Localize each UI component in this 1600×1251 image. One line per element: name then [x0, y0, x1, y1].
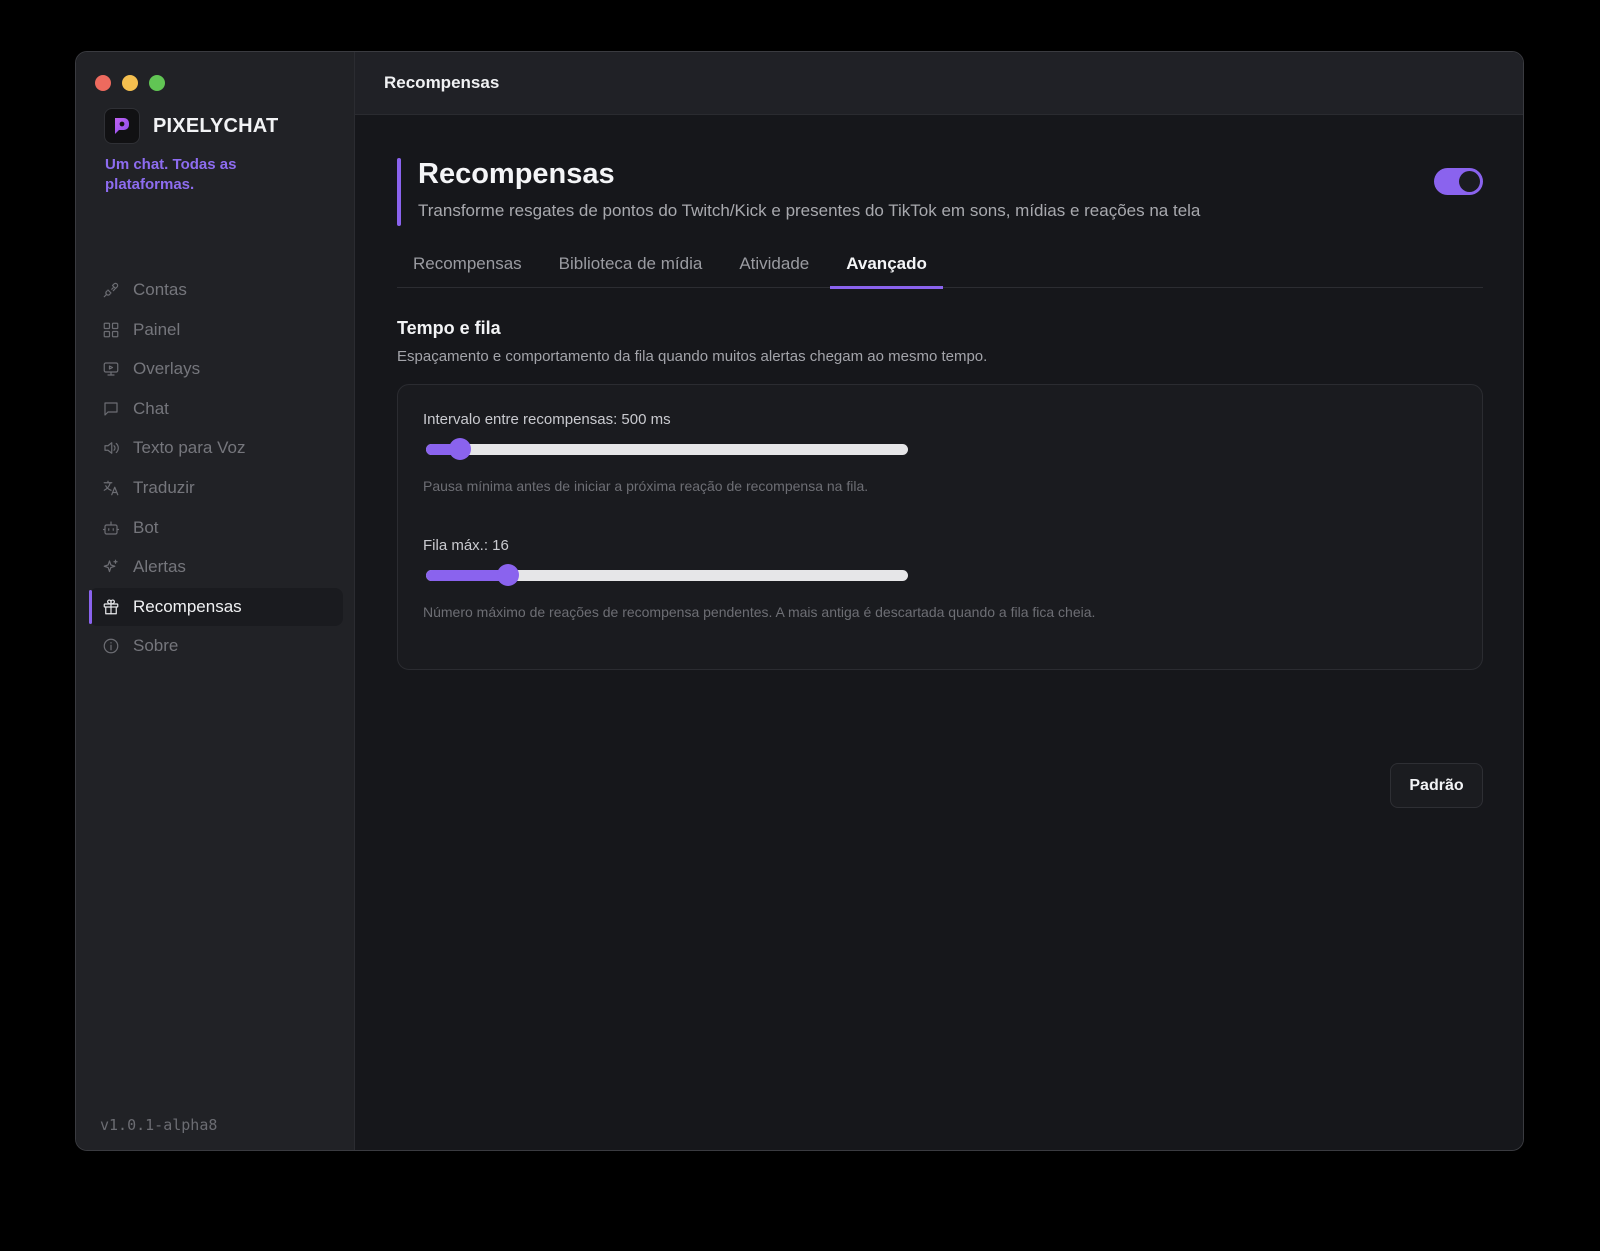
translate-icon: [101, 478, 121, 498]
slider-thumb[interactable]: [448, 438, 471, 460]
max-queue-setting: Fila máx.: 16 Número máximo de reações d…: [423, 537, 1323, 620]
sidebar-item-contas[interactable]: Contas: [89, 271, 343, 309]
window-title: Recompensas: [384, 73, 500, 92]
sidebar-nav: Contas Painel Overlays Chat Texto para V…: [89, 271, 343, 667]
interval-help: Pausa mínima antes de iniciar a próxima …: [423, 478, 869, 494]
main-panel: Recompensas Recompensas Transforme resga…: [355, 52, 1523, 1150]
page-content: Recompensas Transforme resgates de ponto…: [397, 115, 1483, 808]
interval-label: Intervalo entre recompensas: 500 ms: [423, 411, 671, 428]
app-window: PIXELYCHAT Um chat. Todas as plataformas…: [75, 51, 1524, 1151]
sidebar-item-label: Overlays: [133, 359, 201, 379]
sidebar-item-chat[interactable]: Chat: [89, 390, 343, 428]
brand: PIXELYCHAT: [104, 108, 278, 144]
page-subtitle: Transforme resgates de pontos do Twitch/…: [418, 201, 1201, 220]
app-version: v1.0.1-alpha8: [100, 1116, 218, 1134]
interval-setting: Intervalo entre recompensas: 500 ms Paus…: [423, 411, 1323, 494]
sidebar-item-alertas[interactable]: Alertas: [89, 548, 343, 586]
bot-icon: [101, 518, 121, 538]
page-header: Recompensas Transforme resgates de ponto…: [397, 158, 1483, 226]
slider-thumb[interactable]: [496, 564, 519, 586]
sidebar-item-label: Recompensas: [133, 596, 242, 616]
max-queue-help: Número máximo de reações de recompensa p…: [423, 604, 1096, 620]
maximize-window-button[interactable]: [149, 75, 165, 91]
brand-tagline: Um chat. Todas as plataformas.: [105, 156, 237, 193]
title-bar: Recompensas: [355, 52, 1523, 115]
sidebar-item-label: Alertas: [133, 557, 186, 577]
header-accent-bar: [397, 158, 401, 226]
speaker-icon: [101, 438, 121, 458]
section-title: Tempo e fila: [397, 318, 501, 338]
tab-avancado[interactable]: Avançado: [830, 250, 943, 289]
monitor-icon: [101, 359, 121, 379]
sparkles-icon: [101, 557, 121, 577]
settings-card: Intervalo entre recompensas: 500 ms Paus…: [397, 384, 1483, 670]
close-window-button[interactable]: [95, 75, 111, 91]
message-icon: [101, 399, 121, 419]
grid-icon: [101, 320, 121, 340]
max-queue-slider[interactable]: [423, 564, 908, 586]
tab-bar: Recompensas Biblioteca de mídia Atividad…: [397, 250, 1483, 289]
minimize-window-button[interactable]: [122, 75, 138, 91]
sidebar-item-label: Bot: [133, 517, 159, 537]
sidebar-item-label: Painel: [133, 319, 181, 339]
sidebar-item-texto-para-voz[interactable]: Texto para Voz: [89, 429, 343, 467]
sidebar-item-label: Sobre: [133, 636, 179, 656]
sidebar-item-recompensas[interactable]: Recompensas: [89, 587, 343, 626]
sidebar-item-bot[interactable]: Bot: [89, 509, 343, 547]
page-title: Recompensas: [418, 158, 615, 190]
slider-fill: [426, 570, 508, 581]
sidebar-item-label: Texto para Voz: [133, 438, 246, 458]
toggle-knob: [1459, 171, 1480, 192]
tab-atividade[interactable]: Atividade: [723, 250, 830, 288]
sidebar-item-overlays[interactable]: Overlays: [89, 350, 343, 388]
sidebar-item-label: Chat: [133, 398, 169, 418]
info-icon: [101, 636, 121, 656]
sidebar-item-label: Traduzir: [133, 477, 195, 497]
max-queue-label: Fila máx.: 16: [423, 537, 509, 554]
section-description: Espaçamento e comportamento da fila quan…: [397, 348, 988, 365]
plug-icon: [101, 280, 121, 300]
interval-slider[interactable]: [423, 438, 908, 460]
brand-name: PIXELYCHAT: [153, 114, 279, 137]
window-controls: [95, 75, 165, 91]
sidebar-item-traduzir[interactable]: Traduzir: [89, 469, 343, 507]
tab-biblioteca-de-midia[interactable]: Biblioteca de mídia: [543, 250, 724, 288]
brand-logo-icon: [104, 108, 140, 144]
sidebar-item-sobre[interactable]: Sobre: [89, 627, 343, 665]
sidebar-item-painel[interactable]: Painel: [89, 311, 343, 349]
rewards-enabled-toggle[interactable]: [1434, 168, 1483, 195]
gift-icon: [101, 597, 121, 617]
reset-defaults-button[interactable]: Padrão: [1390, 763, 1483, 808]
sidebar-item-label: Contas: [133, 280, 187, 299]
tab-recompensas[interactable]: Recompensas: [397, 250, 543, 288]
sidebar: PIXELYCHAT Um chat. Todas as plataformas…: [76, 52, 355, 1150]
slider-track: [426, 444, 908, 455]
